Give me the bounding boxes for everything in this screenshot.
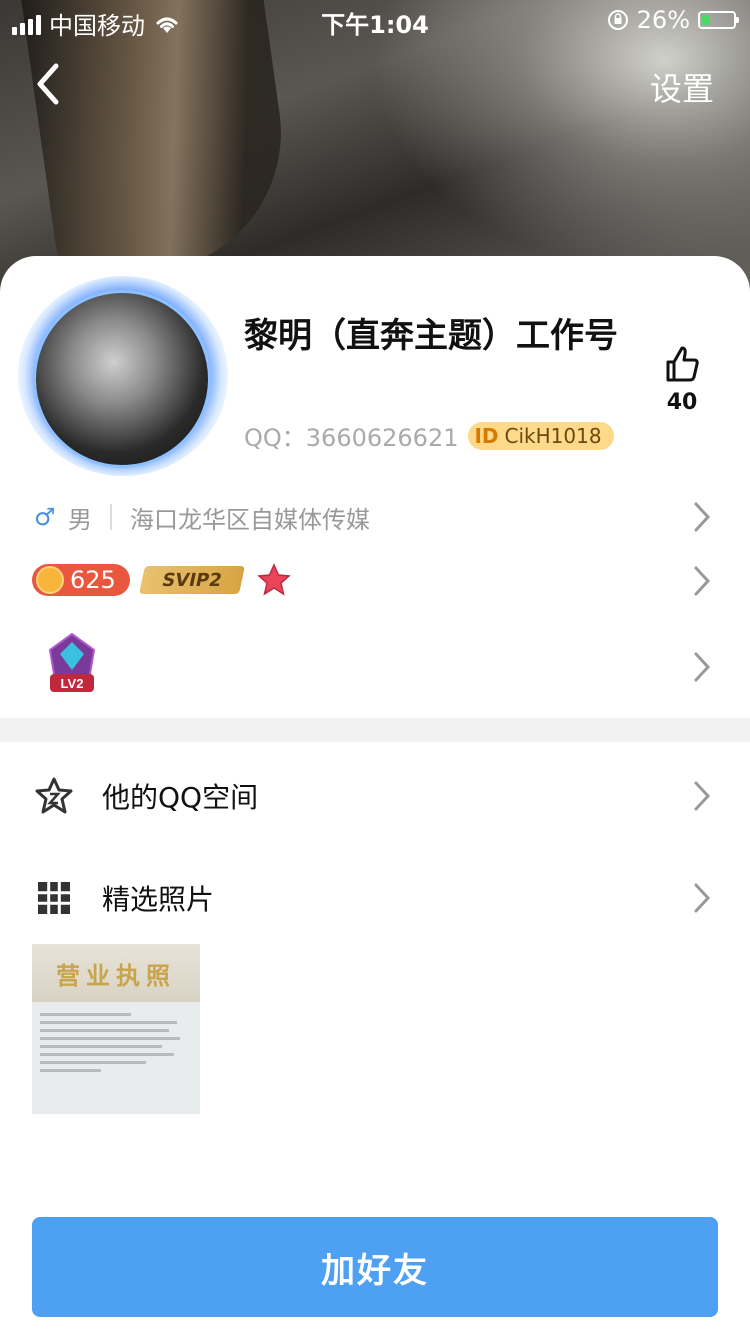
avatar[interactable] [18,268,228,476]
qzone-label: 他的QQ空间 [102,781,259,814]
svip-badge: SVIP2 [139,566,245,594]
photos-label: 精选照片 [102,883,215,916]
profile-name: 黎明（直奔主题）工作号 [244,316,618,356]
settings-button[interactable]: 设置 [650,64,714,110]
id-badge-value: CikH1018 [504,423,602,448]
chevron-right-icon [694,502,711,532]
license-title: 营业执照 [32,944,200,1002]
thumbs-up-icon [666,346,699,382]
coin-count: 625 [70,566,116,594]
like-button[interactable]: 40 [660,344,704,415]
battery-percent: 26% [636,6,690,34]
level-text: LV2 [61,676,84,691]
gender-label: 男 [68,505,92,534]
qq-number: 3660626621 [305,424,459,452]
cover-hair-shape [20,0,300,286]
qzone-row[interactable]: 他的QQ空间 [0,766,750,826]
status-bar: 中国移动 下午1:04 26% [0,0,750,40]
qq-level-badge: 625 [32,564,130,596]
section-divider [0,718,750,742]
qq-number-row: QQ：3660626621 ID CikH1018 [244,418,614,453]
id-badge-prefix: ID [474,423,499,448]
chevron-right-icon [694,883,711,913]
coin-icon [36,566,64,594]
male-icon: ♂ [34,503,56,531]
star-icon [257,563,291,596]
featured-photos-row[interactable]: 精选照片 [0,868,750,928]
grid-icon [38,882,70,914]
add-friend-button[interactable]: 加好友 [32,1217,718,1317]
basic-info-row[interactable]: ♂ 男 海口龙华区自媒体传媒 [0,494,750,540]
photo-thumbnail[interactable]: 营业执照 [32,944,200,1114]
like-count: 40 [666,390,698,415]
location-label: 海口龙华区自媒体传媒 [130,505,370,534]
back-button[interactable] [30,60,70,110]
pretty-id-badge[interactable]: ID CikH1018 [468,421,614,450]
cover-photo[interactable] [0,0,750,300]
level-row[interactable]: LV2 [0,630,750,704]
level-medal-icon: LV2 [48,632,96,692]
chevron-right-icon [694,652,711,682]
chevron-right-icon [694,781,711,811]
chevron-right-icon [694,566,711,596]
license-text-lines [32,1002,200,1083]
battery-icon [698,11,739,29]
rotation-lock-icon [607,10,628,30]
badges-row[interactable]: 625 SVIP2 [0,558,750,604]
info-divider [110,504,112,530]
cover-foam-shape [370,0,750,270]
avatar-image [33,290,211,468]
qzone-star-icon [35,777,73,814]
qq-label: QQ： [244,424,306,452]
chevron-left-icon [37,63,59,105]
